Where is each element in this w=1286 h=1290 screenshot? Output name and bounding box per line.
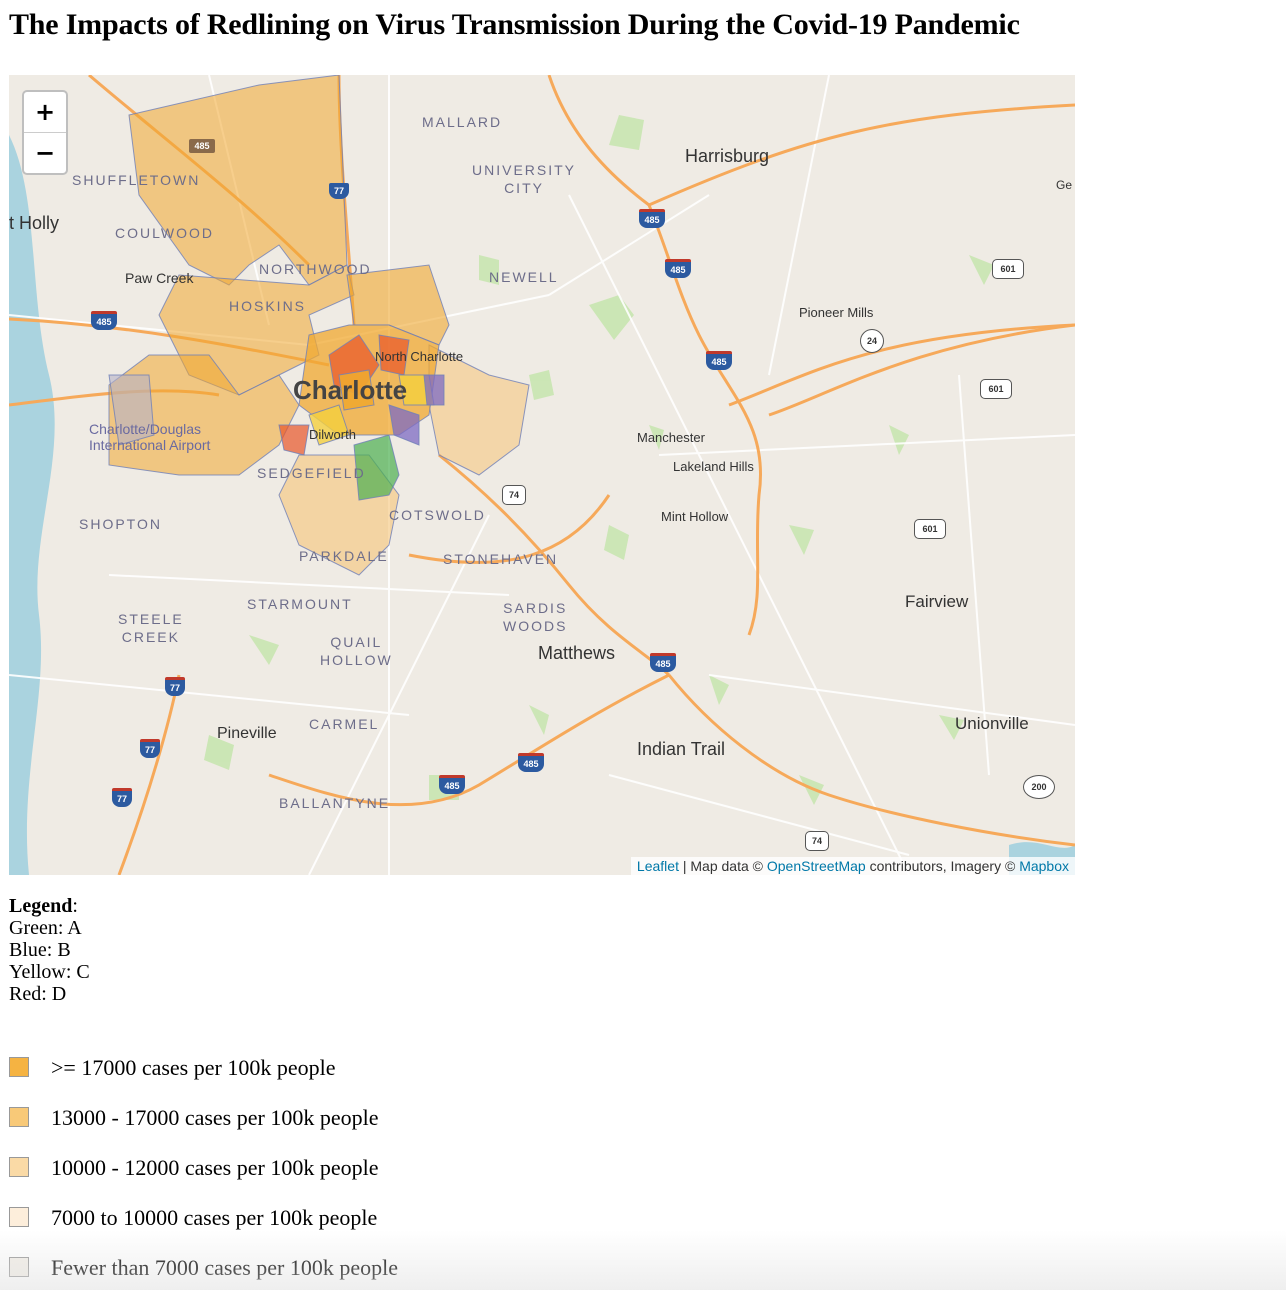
bin-swatch xyxy=(9,1107,29,1127)
shield-i77-icon: 77 xyxy=(329,183,349,199)
shield-i485-icon: 485 xyxy=(189,139,215,153)
label-fairview: Fairview xyxy=(905,592,969,611)
shield-us601-icon: 601 xyxy=(914,519,946,539)
shield-i77-icon: 77 xyxy=(140,739,160,758)
bin-label: >= 17000 cases per 100k people xyxy=(51,1055,336,1080)
label-quail-hollow: QUAIL HOLLOW xyxy=(320,634,393,668)
map-attribution: Leaflet | Map data © OpenStreetMap contr… xyxy=(630,857,1075,875)
shield-nc24-icon: 24 xyxy=(860,329,884,353)
label-northwood: NORTHWOOD xyxy=(259,261,372,277)
label-airport: Charlotte/Douglas International Airport xyxy=(89,421,211,453)
bin-label: Fewer than 7000 cases per 100k people xyxy=(51,1255,399,1280)
label-mallard: MALLARD xyxy=(422,114,503,130)
legend-item-green: Green: A xyxy=(9,917,82,939)
label-sedgefield: SEDGEFIELD xyxy=(257,465,366,481)
label-university-city: UNIVERSITY CITY xyxy=(472,162,577,196)
shield-i485-icon: 485 xyxy=(706,351,732,370)
bin-label: 13000 - 17000 cases per 100k people xyxy=(51,1105,379,1130)
shield-i485-icon: 485 xyxy=(439,775,465,794)
label-dilworth: Dilworth xyxy=(309,427,356,442)
shield-i77-icon: 77 xyxy=(165,677,185,696)
zoom-control: + − xyxy=(22,90,68,175)
bin-swatch xyxy=(9,1207,29,1227)
label-north-charlotte: North Charlotte xyxy=(375,349,464,364)
label-georgeville: Ge xyxy=(1056,178,1073,192)
bin-label: 7000 to 10000 cases per 100k people xyxy=(51,1205,378,1230)
shield-us601-icon: 601 xyxy=(980,379,1012,399)
label-lakeland-hills: Lakeland Hills xyxy=(673,459,754,474)
label-carmel: CARMEL xyxy=(309,716,380,732)
label-charlotte: Charlotte xyxy=(293,375,408,405)
label-cotswold: COTSWOLD xyxy=(389,507,486,523)
label-pioneer-mills: Pioneer Mills xyxy=(799,305,874,320)
label-mount-holly: t Holly xyxy=(9,213,60,233)
label-paw-creek: Paw Creek xyxy=(125,270,194,286)
label-indian-trail: Indian Trail xyxy=(637,739,726,759)
label-ballantyne: BALLANTYNE xyxy=(279,795,391,811)
label-shuffletown: SHUFFLETOWN xyxy=(72,172,201,188)
shield-us601-icon: 601 xyxy=(992,259,1024,279)
label-manchester: Manchester xyxy=(637,430,705,445)
shield-i485-icon: 485 xyxy=(518,753,544,772)
leaflet-link[interactable]: Leaflet xyxy=(637,858,679,874)
attribution-text: contributors, Imagery © xyxy=(865,858,1020,874)
label-sardis-woods: SARDIS WOODS xyxy=(503,600,568,634)
page-title: The Impacts of Redlining on Virus Transm… xyxy=(9,8,1020,41)
shield-us74-icon: 74 xyxy=(805,831,829,851)
shield-us74-icon: 74 xyxy=(502,485,526,505)
label-unionville: Unionville xyxy=(955,714,1029,733)
label-hoskins: HOSKINS xyxy=(229,298,307,314)
label-starmount: STARMOUNT xyxy=(247,596,353,612)
shield-i485-icon: 485 xyxy=(665,259,691,278)
attribution-text: | Map data © xyxy=(678,858,767,874)
mapbox-link[interactable]: Mapbox xyxy=(1019,858,1069,874)
label-matthews: Matthews xyxy=(538,643,616,663)
legend-item-red: Red: D xyxy=(9,983,67,1005)
shield-i485-icon: 485 xyxy=(650,653,676,672)
shield-i485-icon: 485 xyxy=(91,311,117,330)
zoom-out-button[interactable]: − xyxy=(24,133,66,173)
bin-swatch xyxy=(9,1257,29,1277)
map-container[interactable]: MALLARD UNIVERSITY CITY Harrisburg SHUFF… xyxy=(9,75,1075,875)
shield-i77-icon: 77 xyxy=(112,788,132,807)
label-stonehaven: STONEHAVEN xyxy=(443,551,559,567)
label-pineville: Pineville xyxy=(217,725,277,742)
legend-item-blue: Blue: B xyxy=(9,939,71,961)
zoom-in-button[interactable]: + xyxy=(24,92,66,133)
openstreetmap-link[interactable]: OpenStreetMap xyxy=(767,858,866,874)
label-mint-hollow: Mint Hollow xyxy=(661,509,729,524)
label-newell: NEWELL xyxy=(489,269,559,285)
label-harrisburg: Harrisburg xyxy=(685,146,770,166)
shield-i485-icon: 485 xyxy=(639,209,665,228)
shield-nc200-icon: 200 xyxy=(1023,775,1055,799)
bin-swatch xyxy=(9,1157,29,1177)
legend: Legend: Green: A Blue: B Yellow: C Red: … xyxy=(9,895,90,1005)
bin-swatch xyxy=(9,1057,29,1077)
bin-label: 10000 - 12000 cases per 100k people xyxy=(51,1155,379,1180)
label-coulwood: COULWOOD xyxy=(115,225,214,241)
legend-item-yellow: Yellow: C xyxy=(9,961,90,983)
label-parkdale: PARKDALE xyxy=(299,548,389,564)
label-steele-creek: STEELE CREEK xyxy=(118,611,184,645)
label-shopton: SHOPTON xyxy=(79,516,162,532)
legend-heading: Legend xyxy=(9,895,73,917)
